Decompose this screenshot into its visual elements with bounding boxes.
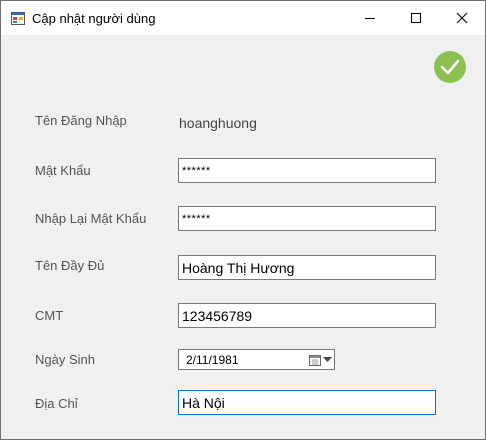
address-field[interactable] [178,390,436,415]
maximize-button[interactable] [393,1,439,35]
address-label: Địa Chỉ [35,396,78,411]
id-number-label: CMT [35,308,64,323]
minimize-button[interactable] [347,1,393,35]
maximize-icon [411,13,421,23]
username-label: Tên Đăng Nhập [35,113,127,128]
confirm-password-label: Nhập Lại Mật Khẩu [35,211,147,226]
birthdate-value: 2/11/1981 [186,353,239,367]
fullname-field[interactable] [178,255,436,280]
username-value: hoanghuong [179,115,257,131]
check-circle-icon [440,59,460,75]
chevron-down-icon [322,357,332,362]
id-number-field[interactable] [178,303,436,328]
window-title: Cập nhật người dùng [32,11,156,26]
close-icon [456,12,468,24]
password-field[interactable] [178,158,436,183]
fullname-label: Tên Đầy Đủ [35,258,105,273]
password-label: Mật Khẩu [35,163,91,178]
confirm-password-field[interactable] [178,206,436,231]
close-button[interactable] [439,1,485,35]
save-confirm-button[interactable] [434,51,466,83]
minimize-icon [365,18,375,19]
title-bar[interactable]: Cập nhật người dùng [1,1,485,35]
birthdate-dropdown-button[interactable] [308,352,332,368]
update-user-window: Cập nhật người dùng Tên Đăng Nhập hoangh… [0,0,486,440]
app-window-icon [11,12,25,25]
birthdate-label: Ngày Sinh [35,352,95,367]
calendar-icon [308,355,321,366]
birthdate-picker[interactable]: 2/11/1981 [178,349,335,370]
